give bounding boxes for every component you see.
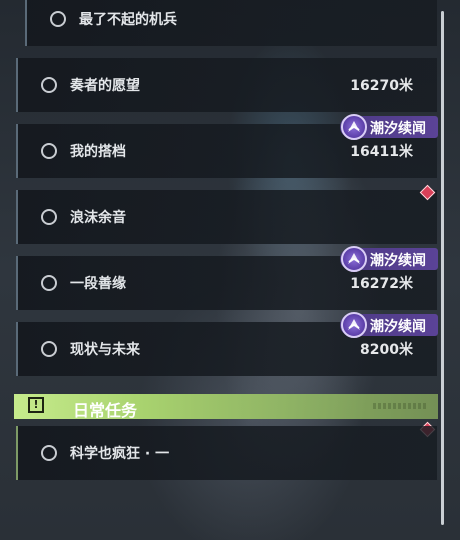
quest-name: 我的搭档 [70,144,126,160]
daily-tasks-title: 日常任务 [73,401,138,420]
quest-status-circle-icon [41,275,57,291]
tide-story-tag: 潮汐续闻 [340,114,438,140]
daily-tasks-header[interactable]: ! 日常任务 [14,394,438,420]
quest-name: 浪沫余音 [70,210,126,226]
quest-item[interactable]: 奏者的愿望 16270米 [16,58,437,112]
quest-name: 最了不起的机兵 [79,12,177,28]
quest-status-circle-icon [50,11,66,27]
quest-distance: 16411米 [350,144,413,160]
tide-story-tag: 潮汐续闻 [340,246,438,272]
tide-story-emblem-icon [341,114,367,140]
daily-quest-item[interactable]: 科学也疯狂 · 一 [16,426,437,480]
quest-name: 科学也疯狂 · 一 [70,446,170,462]
quest-name: 一段善缘 [70,276,126,292]
quest-name: 奏者的愿望 [70,78,140,94]
header-decoration [373,403,428,409]
quest-status-circle-icon [41,209,57,225]
quest-status-circle-icon [41,445,57,461]
tide-story-tag-label: 潮汐续闻 [370,253,426,269]
exclamation-box-icon: ! [28,397,44,413]
quest-status-circle-icon [41,341,57,357]
tide-story-emblem-icon [341,246,367,272]
quest-status-circle-icon [41,143,57,159]
quest-distance: 16272米 [350,276,413,292]
quest-distance: 8200米 [360,342,413,358]
tide-story-tag: 潮汐续闻 [340,312,438,338]
quest-name: 现状与未来 [70,342,140,358]
quest-item[interactable]: 最了不起的机兵 [25,0,437,46]
tide-story-tag-label: 潮汐续闻 [370,121,426,137]
tide-story-tag-label: 潮汐续闻 [370,319,426,335]
scrollbar[interactable] [441,11,444,525]
quest-distance: 16270米 [350,78,413,94]
tide-story-emblem-icon [341,312,367,338]
quest-item[interactable]: 浪沫余音 [16,190,437,244]
quest-status-circle-icon [41,77,57,93]
